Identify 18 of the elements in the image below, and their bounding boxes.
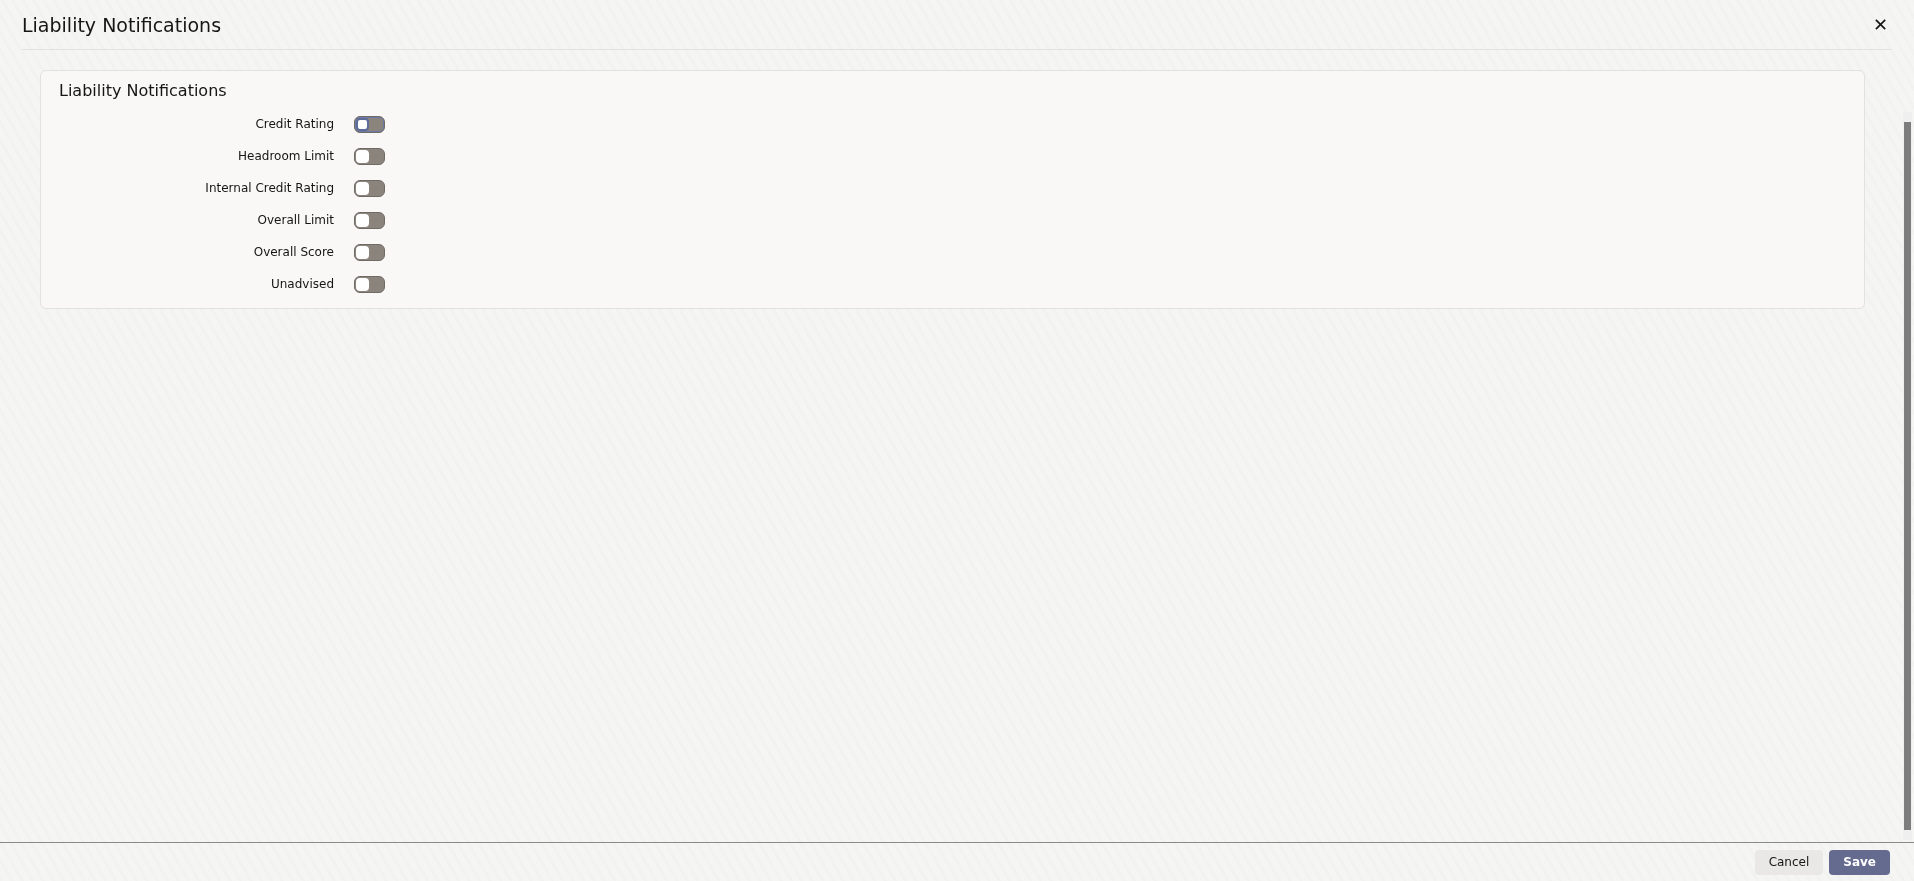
- section-title: Liability Notifications: [59, 81, 228, 100]
- scrollbar[interactable]: [1903, 112, 1912, 840]
- save-button[interactable]: Save: [1829, 849, 1890, 875]
- toggle-switch[interactable]: [354, 147, 385, 165]
- toggle-label: Credit Rating: [254, 117, 335, 131]
- cancel-button[interactable]: Cancel: [1754, 849, 1824, 875]
- toggle-switch[interactable]: [354, 211, 385, 229]
- toggle-switch[interactable]: [354, 179, 385, 197]
- toggle-label: Internal Credit Rating: [204, 181, 335, 195]
- window-title: Liability Notifications: [22, 13, 222, 36]
- toggle-switch[interactable]: [354, 275, 385, 293]
- close-button[interactable]: ✕: [1869, 13, 1892, 36]
- toggle-label: Unadvised: [269, 277, 335, 291]
- toggle-label: Headroom Limit: [237, 149, 335, 163]
- toggle-switch[interactable]: [354, 243, 385, 261]
- toggle-label: Overall Limit: [256, 213, 335, 227]
- toggle-label: Overall Score: [252, 245, 335, 259]
- toggle-switch[interactable]: [354, 115, 385, 133]
